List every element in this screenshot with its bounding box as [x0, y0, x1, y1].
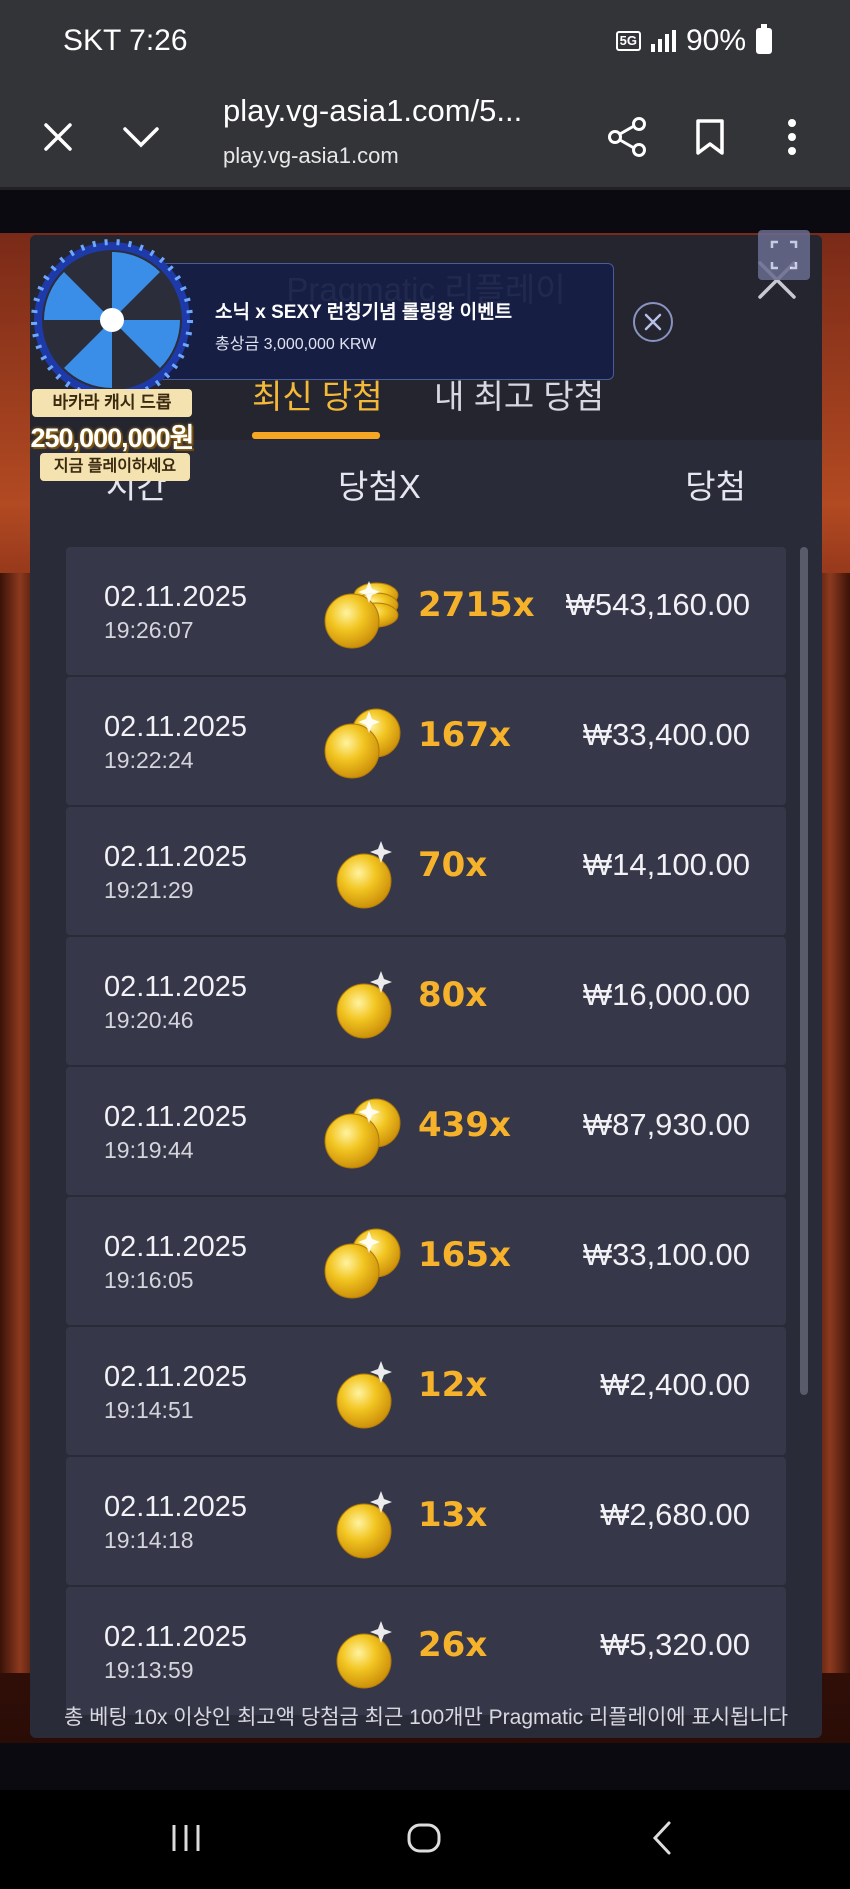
row-date: 02.11.2025: [104, 1491, 247, 1523]
coin-stack-icon: [316, 955, 412, 1047]
row-date: 02.11.2025: [104, 1621, 247, 1653]
row-amount: ₩5,320.00: [600, 1627, 750, 1662]
status-time: SKT 7:26: [63, 24, 188, 57]
coin-stack-icon: [316, 1345, 412, 1437]
row-amount: ₩2,400.00: [600, 1367, 750, 1402]
chevron-down-icon[interactable]: [113, 109, 169, 165]
row-multiplier: 167x: [418, 715, 511, 755]
row-time: 19:14:51: [104, 1397, 194, 1423]
row-multiplier: 439x: [418, 1105, 511, 1145]
system-nav-bar: [0, 1790, 850, 1889]
row-amount: ₩14,100.00: [582, 847, 750, 882]
promo-prize: 총상금 3,000,000 KRW: [215, 336, 377, 353]
row-time: 19:13:59: [104, 1657, 194, 1683]
cash-drop-label: 바카라 캐시 드롭: [32, 389, 192, 417]
row-time: 19:20:46: [104, 1007, 194, 1033]
row-date: 02.11.2025: [104, 971, 247, 1003]
more-menu-icon[interactable]: [764, 109, 820, 165]
table-row[interactable]: 02.11.2025 19:26:07 2715x ₩543,160.00: [66, 547, 786, 675]
row-date: 02.11.2025: [104, 1101, 247, 1133]
cash-drop-cta[interactable]: 지금 플레이하세요: [40, 453, 190, 481]
row-multiplier: 2715x: [418, 585, 535, 625]
column-header-multiplier: 당첨X: [338, 468, 421, 505]
column-header-win: 당첨: [685, 468, 746, 505]
row-time: 19:19:44: [104, 1137, 194, 1163]
cash-drop-wheel-icon[interactable]: [30, 238, 195, 403]
address-host: play.vg-asia1.com: [223, 143, 399, 168]
recent-apps-icon[interactable]: [158, 1810, 214, 1866]
row-date: 02.11.2025: [104, 1361, 247, 1393]
battery-level: 90%: [685, 24, 746, 57]
row-date: 02.11.2025: [104, 841, 247, 873]
panel-footer-note: 총 베팅 10x 이상인 최고액 당첨금 최근 100개만 Pragmatic …: [63, 1706, 789, 1729]
row-multiplier: 70x: [418, 845, 488, 885]
table-row[interactable]: 02.11.2025 19:13:59 26x ₩5,320.00: [66, 1587, 786, 1715]
active-tab-indicator: [252, 432, 380, 439]
row-time: 19:26:07: [104, 617, 194, 643]
row-multiplier: 12x: [418, 1365, 488, 1405]
promo-banner[interactable]: 소닉 x SEXY 런칭기념 롤링왕 이벤트 총상금 3,000,000 KRW: [158, 263, 614, 380]
coin-stack-icon: [316, 825, 412, 917]
fullscreen-icon[interactable]: [758, 230, 810, 280]
table-row[interactable]: 02.11.2025 19:22:24 167x ₩33,400.00: [66, 677, 786, 805]
row-amount: ₩87,930.00: [582, 1107, 750, 1142]
table-row[interactable]: 02.11.2025 19:14:18 13x ₩2,680.00: [66, 1457, 786, 1585]
battery-icon: [756, 24, 772, 54]
browser-toolbar: play.vg-asia1.com/5... play.vg-asia1.com: [0, 85, 850, 190]
row-time: 19:21:29: [104, 877, 194, 903]
scrollbar[interactable]: [800, 547, 808, 1395]
row-amount: ₩543,160.00: [565, 587, 750, 622]
row-date: 02.11.2025: [104, 1231, 247, 1263]
row-time: 19:14:18: [104, 1527, 194, 1553]
table-row[interactable]: 02.11.2025 19:21:29 70x ₩14,100.00: [66, 807, 786, 935]
table-row[interactable]: 02.11.2025 19:20:46 80x ₩16,000.00: [66, 937, 786, 1065]
row-date: 02.11.2025: [104, 711, 247, 743]
back-icon[interactable]: [634, 1810, 690, 1866]
status-bar: SKT 7:26 5G 90%: [0, 0, 850, 85]
row-time: 19:16:05: [104, 1267, 194, 1293]
row-amount: ₩33,400.00: [582, 717, 750, 752]
table-row[interactable]: 02.11.2025 19:14:51 12x ₩2,400.00: [66, 1327, 786, 1455]
coin-stack-icon: [316, 695, 412, 787]
row-amount: ₩2,680.00: [600, 1497, 750, 1532]
home-icon[interactable]: [396, 1810, 452, 1866]
network-icon: 5G: [615, 31, 641, 51]
close-promo-icon[interactable]: [633, 302, 673, 342]
close-tab-icon[interactable]: [30, 109, 86, 165]
table-row[interactable]: 02.11.2025 19:19:44 439x ₩87,930.00: [66, 1067, 786, 1195]
bookmark-icon[interactable]: [682, 109, 738, 165]
address-url[interactable]: play.vg-asia1.com/5...: [223, 93, 522, 129]
coin-stack-icon: [316, 1085, 412, 1177]
promo-title: 소닉 x SEXY 런칭기념 롤링왕 이벤트: [215, 302, 513, 323]
status-right: 5G 90%: [615, 24, 772, 58]
coin-stack-icon: [316, 1475, 412, 1567]
row-multiplier: 13x: [418, 1495, 488, 1535]
cash-drop-amount: 250,000,000원: [30, 423, 195, 453]
row-multiplier: 165x: [418, 1235, 511, 1275]
coin-stack-icon: [316, 1215, 412, 1307]
row-amount: ₩16,000.00: [582, 977, 750, 1012]
signal-icon: [650, 30, 676, 52]
row-time: 19:22:24: [104, 747, 194, 773]
row-date: 02.11.2025: [104, 581, 247, 613]
row-multiplier: 26x: [418, 1625, 488, 1665]
row-amount: ₩33,100.00: [582, 1237, 750, 1272]
coin-stack-icon: [316, 1605, 412, 1697]
share-icon[interactable]: [599, 109, 655, 165]
row-multiplier: 80x: [418, 975, 488, 1015]
coin-stack-icon: [316, 565, 412, 657]
table-row[interactable]: 02.11.2025 19:16:05 165x ₩33,100.00: [66, 1197, 786, 1325]
